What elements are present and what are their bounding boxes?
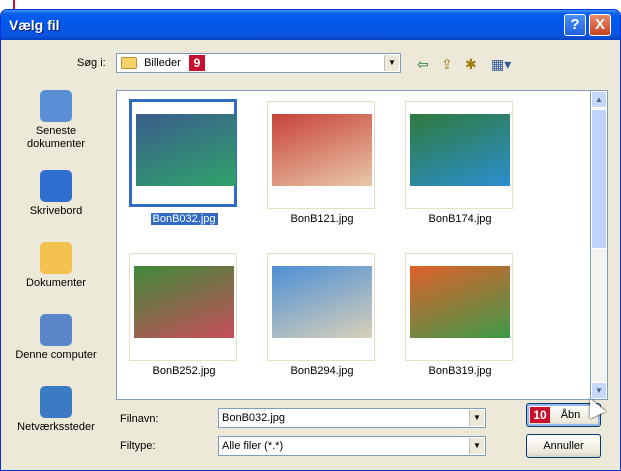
place-recent-documents[interactable]: Seneste dokumenter xyxy=(6,90,106,151)
desktop-icon xyxy=(40,170,72,202)
view-menu-icon[interactable]: ▦▾ xyxy=(491,56,511,72)
vertical-scrollbar[interactable]: ▲ ▼ xyxy=(591,90,608,400)
open-label: Åbn xyxy=(560,409,581,421)
file-thumbnail[interactable] xyxy=(405,253,513,361)
lookin-label: Søg i: xyxy=(77,57,106,69)
file-name[interactable]: BonB319.jpg xyxy=(405,365,515,377)
filename-value: BonB032.jpg xyxy=(222,412,285,424)
file-thumbnail[interactable] xyxy=(267,253,375,361)
file-name[interactable]: BonB032.jpg xyxy=(129,213,239,225)
close-button[interactable]: X xyxy=(589,14,611,36)
file-name[interactable]: BonB294.jpg xyxy=(267,365,377,377)
filetype-value: Alle filer (*.*) xyxy=(222,440,284,452)
file-dialog: Vælg fil ? X Søg i: Billeder 9 ▼ ⇦ ⇪ ✱ ▦… xyxy=(0,9,621,471)
my-documents-icon xyxy=(40,242,72,274)
place-label: Denne computer xyxy=(15,349,97,361)
filename-label: Filnavn: xyxy=(120,413,159,425)
place-my-documents[interactable]: Dokumenter xyxy=(6,242,106,290)
recent-documents-icon xyxy=(40,90,72,122)
photo-image xyxy=(272,266,372,338)
photo-image xyxy=(134,266,234,338)
lookin-value: Billeder xyxy=(144,57,181,69)
window-title: Vælg fil xyxy=(9,17,60,33)
places-bar: Seneste dokumenter Skrivebord Dokumenter… xyxy=(6,90,106,434)
my-computer-icon xyxy=(40,314,72,346)
place-my-computer[interactable]: Denne computer xyxy=(6,314,106,362)
chevron-down-icon[interactable]: ▼ xyxy=(384,55,399,71)
up-folder-icon[interactable]: ⇪ xyxy=(441,56,453,72)
place-label: Skrivebord xyxy=(29,205,83,217)
filetype-label: Filtype: xyxy=(120,440,156,452)
place-label: Dokumenter xyxy=(26,277,86,289)
step-badge-10: 10 xyxy=(530,407,550,423)
place-label: Netværkssteder xyxy=(17,421,95,433)
new-folder-icon[interactable]: ✱ xyxy=(465,56,477,72)
file-thumbnail[interactable] xyxy=(129,99,237,207)
folder-icon xyxy=(121,57,137,70)
chevron-down-icon[interactable]: ▼ xyxy=(469,438,484,454)
photo-image xyxy=(410,266,510,338)
help-button[interactable]: ? xyxy=(564,14,586,36)
cancel-button[interactable]: Annuller xyxy=(526,434,601,458)
photo-image xyxy=(410,114,510,186)
lookin-dropdown[interactable]: Billeder 9 ▼ xyxy=(116,53,401,73)
title-bar: Vælg fil ? X xyxy=(1,10,620,40)
file-thumbnail[interactable] xyxy=(267,101,375,209)
file-name[interactable]: BonB121.jpg xyxy=(267,213,377,225)
back-icon[interactable]: ⇦ xyxy=(417,56,429,72)
place-desktop[interactable]: Skrivebord xyxy=(6,170,106,218)
file-list: BonB032.jpg BonB121.jpg BonB174.jpg BonB… xyxy=(116,90,591,400)
photo-image xyxy=(272,114,372,186)
filename-input[interactable]: BonB032.jpg ▼ xyxy=(218,408,486,428)
photo-image xyxy=(136,114,236,186)
file-thumbnail[interactable] xyxy=(129,253,237,361)
place-label: Seneste dokumenter xyxy=(26,125,86,150)
scroll-up-icon[interactable]: ▲ xyxy=(591,91,607,108)
step-badge-9: 9 xyxy=(189,55,205,71)
network-places-icon xyxy=(40,386,72,418)
file-thumbnail[interactable] xyxy=(405,101,513,209)
file-name[interactable]: BonB174.jpg xyxy=(405,213,515,225)
chevron-down-icon[interactable]: ▼ xyxy=(469,410,484,426)
place-network[interactable]: Netværkssteder xyxy=(6,386,106,434)
filetype-dropdown[interactable]: Alle filer (*.*) ▼ xyxy=(218,436,486,456)
file-name[interactable]: BonB252.jpg xyxy=(129,365,239,377)
scroll-thumb[interactable] xyxy=(591,109,607,249)
